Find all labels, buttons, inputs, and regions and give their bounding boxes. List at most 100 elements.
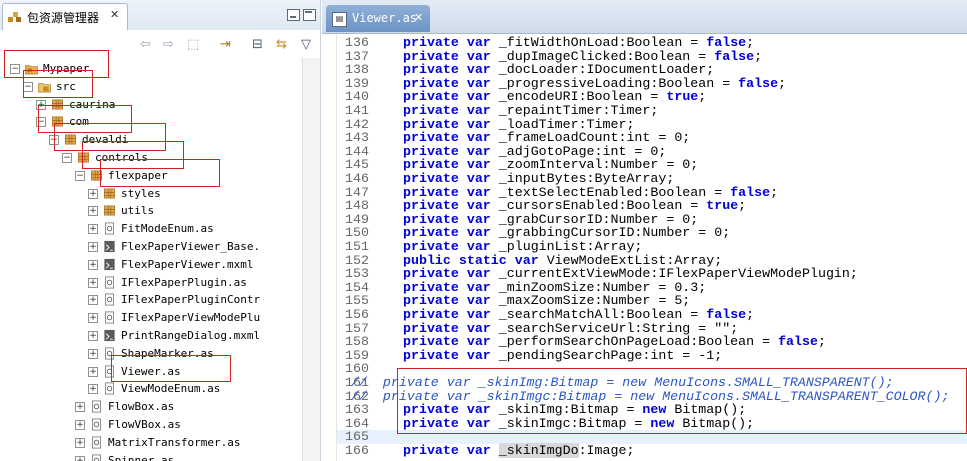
close-icon[interactable]: ✕ [414, 11, 423, 24]
go-up-icon[interactable]: ⬚ [187, 38, 199, 52]
expand-icon[interactable]: + [88, 277, 98, 288]
code-line[interactable]: 158 private var _performSearchOnPageLoad:… [337, 335, 967, 349]
view-menu-icon[interactable]: ▽ [301, 38, 311, 52]
line-number: 146 [345, 171, 369, 186]
tree-item[interactable]: + FitModeEnum.as [0, 220, 300, 237]
tree-item-label: utils [121, 204, 155, 218]
tree-item[interactable]: + FlexPaperViewer.mxml [0, 256, 300, 273]
tree-item[interactable]: + MatrixTransformer.as [0, 434, 300, 451]
code-line[interactable]: 148 private var _cursorsEnabled:Boolean =… [337, 199, 967, 213]
collapse-all-icon[interactable]: ⊟ [252, 38, 263, 52]
as-file-icon [104, 222, 115, 235]
mxml-file-icon [104, 329, 115, 342]
tree-item[interactable]: + Spinner.as [0, 452, 300, 461]
tree-item-label: ViewModeEnum.as [121, 382, 221, 396]
expand-icon[interactable]: + [88, 224, 98, 235]
expand-icon[interactable]: + [88, 331, 98, 341]
tree-item[interactable]: + FlexPaperViewer_Base. [0, 238, 300, 255]
code-line[interactable]: 137 private var _dupImageClicked:Boolean … [337, 48, 967, 64]
collapse-icon[interactable]: − [62, 153, 72, 163]
tree-item[interactable]: + IFlexPaperPluginContr [0, 291, 300, 308]
code-line[interactable]: 141 private var _repaintTimer:Timer; [337, 104, 967, 118]
code-line[interactable]: 143 private var _frameLoadCount:int = 0; [337, 131, 967, 145]
code-text: private var _textSelectEnabled:Boolean =… [403, 184, 779, 200]
tree-item[interactable]: + utils [0, 202, 300, 219]
code-line[interactable]: 149 private var _grabCursorID:Number = 0; [337, 212, 967, 227]
collapse-icon[interactable]: − [75, 170, 85, 181]
tree-item[interactable]: + ViewModeEnum.as [0, 380, 300, 397]
expand-icon[interactable]: + [88, 242, 98, 252]
tree-item[interactable]: + IFlexPaperViewModePlu [0, 309, 300, 326]
code-line[interactable]: 146 private var _inputBytes:ByteArray; [337, 172, 967, 186]
expand-icon[interactable]: + [75, 402, 85, 413]
package-explorer-tab[interactable]: 包资源管理器 ✕ [2, 3, 128, 30]
code-line[interactable]: 152 public static var ViewModeExtList:Arr… [337, 252, 967, 268]
tree-item[interactable]: + PrintRangeDialog.mxml [0, 327, 300, 344]
close-icon[interactable]: ✕ [110, 8, 119, 21]
expand-icon[interactable]: + [88, 206, 98, 217]
code-line[interactable]: 166 private var _skinImgDo:Image; [337, 443, 967, 458]
code-line[interactable]: 140 private var _encodeURI:Boolean = true… [337, 90, 967, 104]
tree-item-label: FitModeEnum.as [121, 222, 214, 236]
code-text: public static var ViewModeExtList:Array; [403, 252, 723, 268]
tree-item[interactable]: + styles [0, 185, 300, 202]
back-arrow-icon[interactable]: ⇦ [140, 38, 151, 52]
code-line[interactable]: 155 private var _maxZoomSize:Number = 5; [337, 294, 967, 308]
expand-icon[interactable]: + [88, 295, 98, 306]
sync-icon[interactable]: ⇆ [276, 38, 287, 52]
code-line[interactable]: 150 private var _grabbingCursorID:Number … [337, 226, 967, 240]
expand-icon[interactable]: + [88, 259, 98, 270]
code-text: private var _frameLoadCount:int = 0; [403, 130, 691, 146]
package-explorer-icon [8, 12, 21, 22]
code-line[interactable]: 144 private var _adjGotoPage:int = 0; [337, 144, 967, 159]
expand-icon[interactable]: + [75, 437, 85, 448]
tree-item-label: Spinner.as [108, 453, 175, 461]
expand-icon[interactable]: + [88, 366, 98, 377]
tree-item[interactable]: + IFlexPaperPlugin.as [0, 274, 300, 291]
package-explorer-tab-label: 包资源管理器 [27, 11, 100, 25]
code-area[interactable]: 136 private var _fitWidthOnLoad:Boolean =… [337, 34, 967, 461]
expand-icon[interactable]: + [75, 455, 85, 461]
package-explorer-panel: 包资源管理器 ✕ ⇦ ⇨ ⬚ ⇥ ⊟ ⇆ ▽ − Mypaper − src + caur… [0, 0, 321, 461]
code-line[interactable]: 147 private var _textSelectEnabled:Boolea… [337, 184, 967, 200]
link-with-editor-icon[interactable]: ⇥ [220, 38, 231, 52]
tree-item-label: FlexPaperViewer_Base. [121, 240, 261, 253]
tree-item[interactable]: + FlowVBox.as [0, 416, 300, 433]
code-line[interactable]: 145 private var _zoomInterval:Number = 0; [337, 158, 967, 172]
editor-tab-viewer[interactable]: ▤ Viewer.as ✕ [326, 5, 430, 32]
maximize-button[interactable] [303, 9, 316, 21]
expand-icon[interactable]: + [88, 348, 98, 359]
forward-arrow-icon[interactable]: ⇨ [163, 38, 174, 52]
code-line[interactable]: 142 private var _loadTimer:Timer; [337, 116, 967, 132]
code-text: private var _searchMatchAll:Boolean = fa… [403, 307, 755, 322]
code-line[interactable]: 151 private var _pluginList:Array; [337, 240, 967, 254]
expand-icon[interactable]: + [88, 384, 98, 395]
code-line[interactable]: 156 private var _searchMatchAll:Boolean =… [337, 308, 967, 322]
code-line[interactable]: 153 private var _currentExtViewMode:IFlex… [337, 267, 967, 281]
tree-item[interactable]: + FlowBox.as [0, 398, 300, 415]
line-number: 155 [345, 293, 369, 309]
minimize-button[interactable] [287, 9, 300, 21]
code-text: private var _zoomInterval:Number = 0; [403, 157, 699, 173]
expand-icon[interactable]: + [88, 188, 98, 199]
code-text: private var _pluginList:Array; [403, 239, 643, 254]
code-line[interactable]: 154 private var _minZoomSize:Number = 0.3… [337, 280, 967, 295]
code-line[interactable]: 157 private var _searchServiceUrl:String … [337, 321, 967, 336]
code-line[interactable]: 139 private var _progressiveLoading:Boole… [337, 76, 967, 91]
line-number: 142 [345, 116, 369, 132]
code-text: private var _dupImageClicked:Boolean = f… [403, 48, 763, 64]
tree-scrollbar[interactable] [302, 58, 320, 461]
tree-item-label: IFlexPaperViewModePlu [121, 311, 261, 325]
code-text: private var _currentExtViewMode:IFlexPap… [403, 266, 858, 282]
line-number: 150 [345, 225, 369, 241]
code-line[interactable]: 136 private var _fitWidthOnLoad:Boolean =… [337, 36, 967, 50]
tree-item-label: styles [121, 186, 161, 200]
tree-item-label: PrintRangeDialog.mxml [121, 329, 261, 342]
expand-icon[interactable]: + [75, 420, 85, 430]
expand-icon[interactable]: + [88, 313, 98, 324]
code-line[interactable]: 138 private var _docLoader:IDocumentLoade… [337, 63, 967, 77]
package-explorer-tabbar: 包资源管理器 ✕ [0, 0, 320, 31]
highlight-box [100, 158, 220, 187]
code-line[interactable]: 159 private var _pendingSearchPage:int = … [337, 348, 967, 363]
line-number: 136 [345, 35, 369, 50]
